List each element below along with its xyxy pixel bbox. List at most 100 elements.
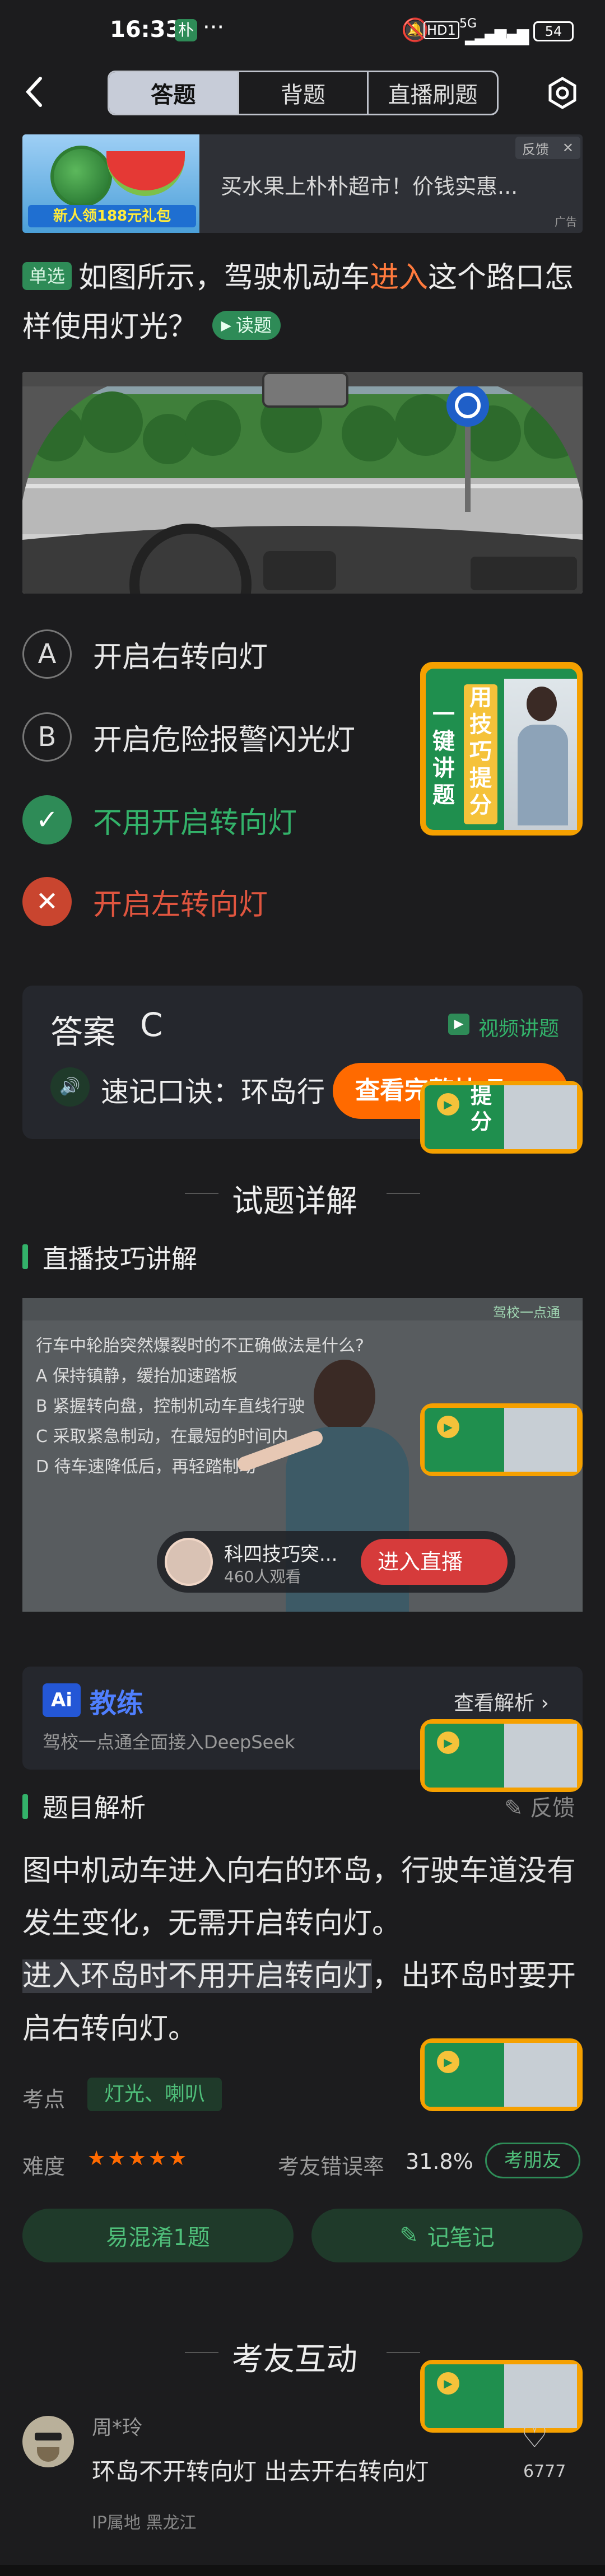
- promo-widget[interactable]: 一键讲题 用技巧提分: [420, 662, 583, 836]
- error-rate-value: 31.8%: [406, 2149, 473, 2174]
- promo-widget-small-4[interactable]: ▶: [420, 2038, 583, 2111]
- play-icon: ▶: [437, 1093, 459, 1116]
- settings-icon[interactable]: [546, 76, 579, 110]
- avatar[interactable]: [22, 2416, 74, 2467]
- speaker-icon[interactable]: 🔊: [50, 1067, 90, 1107]
- option-b[interactable]: B 开启危险报警闪光灯: [22, 709, 355, 765]
- analysis-text: 图中机动车进入向右的环岛，行驶车道没有发生变化，无需开启转向灯。 进入环岛时不用…: [22, 1845, 583, 2055]
- host-avatar: [165, 1538, 213, 1586]
- enter-live-button[interactable]: 进入直播: [361, 1539, 508, 1585]
- note-label: 记笔记: [427, 2225, 495, 2251]
- promo-col2: 用技巧提分: [469, 685, 492, 818]
- coach-view-link[interactable]: 查看解析 ›: [454, 1687, 549, 1716]
- video-option-a-text: 保持镇静，缓抬加速踏板: [53, 1366, 238, 1386]
- divider-right: [387, 1193, 420, 1194]
- host-name: 科四技巧突...: [224, 1543, 338, 1566]
- ad-feedback-label: 反馈: [522, 141, 549, 157]
- status-time: 16:33: [110, 17, 182, 43]
- video-option-d-text: 待车速降低后，再轻踏制动: [54, 1457, 256, 1477]
- tab-memorize[interactable]: 背题: [237, 72, 367, 114]
- play-icon: ▶: [221, 318, 232, 333]
- promo-widget-small-5[interactable]: ▶: [420, 2360, 583, 2433]
- back-icon[interactable]: [24, 75, 46, 109]
- divider-left: [185, 1193, 218, 1194]
- note-icon: ✎: [399, 2223, 418, 2248]
- read-label: 读题: [236, 315, 272, 336]
- option-c[interactable]: ✓ 不用开启转向灯: [22, 792, 297, 848]
- question-highlight: 进入: [370, 261, 429, 295]
- ad-text: 买水果上朴朴超市！价钱实惠...: [221, 174, 518, 199]
- option-a-text: 开启右转向灯: [93, 640, 268, 674]
- option-d-text: 开启左转向灯: [93, 888, 268, 922]
- play-icon: ▶: [437, 1732, 459, 1754]
- play-icon: ▶: [437, 2051, 459, 2073]
- promo-avatar: [504, 679, 577, 830]
- video-option-d: D 待车速降低后，再轻踏制动: [36, 1457, 256, 1477]
- video-icon: ▶: [448, 1014, 469, 1035]
- option-a-marker: A: [22, 629, 72, 679]
- comment-text: 环岛不开转向灯 出去开右转向灯: [92, 2458, 429, 2485]
- section-bar: [22, 1244, 28, 1269]
- option-b-text: 开启危险报警闪光灯: [93, 723, 356, 757]
- bottom-bar: [0, 2565, 605, 2576]
- difficulty-label: 难度: [22, 2154, 66, 2179]
- check-icon: ✓: [22, 795, 72, 844]
- answer-value: C: [140, 1006, 163, 1044]
- signal2-icon: ▂▃▅▇: [487, 27, 529, 45]
- answer-label: 答案: [50, 1013, 116, 1051]
- option-d[interactable]: ✕ 开启左转向灯: [22, 874, 268, 930]
- video-explain-link[interactable]: 视频讲题: [478, 1012, 559, 1042]
- mnemonic-text: 速记口诀：环岛行: [101, 1076, 325, 1108]
- ai-logo: Ai: [43, 1683, 81, 1717]
- difficulty-stars: ★★★★★: [87, 2147, 189, 2170]
- tab-answer[interactable]: 答题: [109, 72, 238, 114]
- mode-tabs: 答题 背题 直播刷题: [108, 71, 499, 115]
- question-image[interactable]: [22, 372, 583, 594]
- video-logo: 驾校一点通: [493, 1305, 560, 1320]
- promo-small-text: 提分: [471, 1084, 492, 1134]
- question-part: 如图所示，驾驶机动车: [78, 261, 370, 295]
- interact-title: 考友互动: [232, 2341, 357, 2378]
- divider-left-2: [185, 2352, 218, 2353]
- ad-close-icon[interactable]: ✕: [562, 140, 574, 156]
- note-button[interactable]: ✎ 记笔记: [311, 2209, 583, 2262]
- confusable-button[interactable]: 易混淆1题: [22, 2209, 294, 2262]
- promo-widget-small-1[interactable]: ▶ 提分: [420, 1081, 583, 1154]
- video-option-a: A 保持镇静，缓抬加速踏板: [36, 1366, 238, 1386]
- ad-feedback[interactable]: 反馈 ✕: [515, 137, 580, 159]
- like-count: 6777: [523, 2462, 566, 2481]
- read-question-button[interactable]: ▶ 读题: [212, 311, 281, 340]
- viewer-count: 460人观看: [224, 1567, 301, 1586]
- keypoint-tag[interactable]: 灯光、喇叭: [87, 2078, 222, 2111]
- ad-image: 新人领188元礼包: [22, 134, 199, 233]
- play-icon: ▶: [437, 1416, 459, 1438]
- battery-icon: 54: [533, 21, 574, 41]
- ask-friend-button[interactable]: 考朋友: [485, 2143, 580, 2178]
- tab-live[interactable]: 直播刷题: [367, 72, 497, 114]
- like-icon[interactable]: ♡: [521, 2419, 548, 2454]
- ad-banner[interactable]: 新人领188元礼包 买水果上朴朴超市！价钱实惠... 反馈 ✕ 广告: [22, 134, 583, 233]
- app-badge: 朴: [175, 19, 197, 41]
- question-text: 单选 如图所示，驾驶机动车进入这个路口怎样使用灯光？ ▶ 读题: [22, 253, 583, 352]
- coach-view-label: 查看解析: [454, 1692, 535, 1715]
- analysis-feedback[interactable]: ✎ 反馈: [504, 1790, 575, 1822]
- ad-badge: 广告: [555, 215, 577, 228]
- hd-icon: HD1: [424, 21, 459, 39]
- live-pill[interactable]: 科四技巧突... 460人观看 进入直播: [157, 1531, 515, 1593]
- road-scene: [22, 372, 583, 594]
- promo-widget-small-2[interactable]: ▶: [420, 1403, 583, 1476]
- ad-promo: 新人领188元礼包: [28, 205, 196, 227]
- promo-widget-small-3[interactable]: ▶: [420, 1719, 583, 1792]
- detail-title: 试题详解: [232, 1183, 357, 1220]
- status-bar: 16:33 朴 ··· 🔕 HD1 5G ▂▃▅▇ ▂▃▅▇ 54: [0, 0, 605, 62]
- live-section-title: 直播技巧讲解: [43, 1244, 197, 1274]
- section-bar-2: [22, 1794, 28, 1819]
- chevron-right-icon: ›: [541, 1692, 549, 1715]
- analysis-paragraph-1: 图中机动车进入向右的环岛，行驶车道没有发生变化，无需开启转向灯。: [22, 1854, 576, 1940]
- comment-ip: IP属地 黑龙江: [92, 2513, 197, 2533]
- option-a[interactable]: A 开启右转向灯: [22, 626, 268, 682]
- analysis-title: 题目解析: [43, 1793, 146, 1823]
- cross-icon: ✕: [22, 877, 72, 926]
- analysis-highlight: 进入环岛时不用开启转向灯: [22, 1959, 373, 1993]
- feedback-label: 反馈: [530, 1795, 575, 1821]
